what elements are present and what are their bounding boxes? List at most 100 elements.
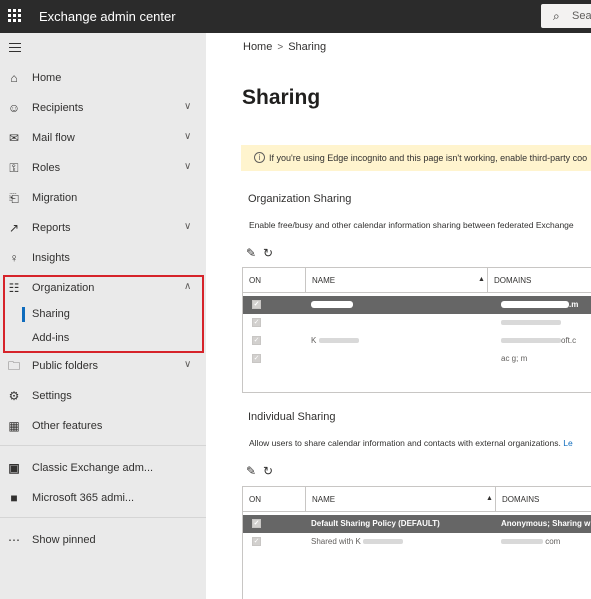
org-sharing-description: Enable free/busy and other calendar info… [249, 220, 574, 230]
row-checkbox[interactable]: ✓ [252, 318, 261, 327]
mail-icon: ✉ [8, 131, 20, 145]
column-header-domains[interactable]: DOMAINS [488, 268, 591, 292]
row-checkbox[interactable]: ✓ [252, 354, 261, 363]
lightbulb-icon: ♀ [9, 251, 19, 265]
row-domains: com [501, 537, 560, 546]
row-checkbox[interactable]: ✓ [252, 537, 261, 546]
office-logo-icon: ■ [10, 491, 18, 505]
sidebar-item-roles[interactable]: ⚿ Roles ∨ [0, 155, 206, 183]
chevron-down-icon: ∨ [184, 131, 192, 142]
sidebar-divider [0, 517, 206, 518]
breadcrumb-current: Sharing [288, 41, 327, 53]
row-checkbox[interactable]: ✓ [252, 300, 261, 309]
sidebar-item-label: Show pinned [32, 534, 96, 546]
chevron-down-icon: ∨ [184, 359, 192, 370]
breadcrumb-home-link[interactable]: Home [243, 41, 272, 53]
sidebar-subitem-add-ins[interactable]: Add-ins [0, 328, 206, 350]
column-header-on[interactable]: ON [243, 487, 306, 511]
sidebar-item-label: Home [32, 72, 62, 84]
org-sharing-title: Organization Sharing [248, 193, 352, 205]
sidebar-item-label: Public folders [32, 360, 99, 372]
page-title: Sharing [242, 86, 321, 109]
individual-sharing-description: Allow users to share calendar informatio… [249, 438, 573, 448]
top-bar: Exchange admin center ⌕ [0, 0, 591, 33]
app-launcher-icon[interactable] [8, 9, 21, 22]
sidebar-item-label: Mail flow [32, 132, 75, 144]
active-indicator [22, 307, 25, 322]
info-icon: i [254, 152, 265, 163]
sidebar-item-label: Insights [32, 252, 70, 264]
table-row[interactable]: ✓ ac g; m [243, 350, 591, 368]
sidebar-item-label: Reports [32, 222, 71, 234]
exchange-logo-icon: ▣ [8, 461, 20, 475]
sidebar-item-show-pinned[interactable]: ⋯ Show pinned [0, 527, 206, 555]
sidebar-item-label: Microsoft 365 admi... [32, 492, 135, 504]
search-input[interactable] [572, 4, 591, 28]
sort-ascending-icon[interactable]: ▲ [486, 495, 493, 502]
gear-icon: ⚙ [8, 389, 20, 403]
edit-icon[interactable]: ✎ [246, 246, 256, 260]
sidebar-item-label: Roles [32, 162, 61, 174]
edit-icon[interactable]: ✎ [246, 464, 256, 478]
refresh-icon[interactable]: ↻ [263, 464, 273, 478]
info-banner: i If you're using Edge incognito and thi… [241, 145, 591, 171]
sidebar-item-settings[interactable]: ⚙ Settings [0, 383, 206, 411]
hamburger-menu-icon[interactable] [9, 43, 21, 53]
app-title[interactable]: Exchange admin center [39, 9, 176, 24]
table-header: ON NAME ▲ DOMAINS [243, 268, 591, 293]
chevron-down-icon: ∨ [184, 221, 192, 232]
sidebar-item-classic-exchange[interactable]: ▣ Classic Exchange adm... [0, 455, 206, 483]
refresh-icon[interactable]: ↻ [263, 246, 273, 260]
folder-icon: 🗀 [7, 359, 20, 373]
sort-ascending-icon[interactable]: ▲ [478, 276, 485, 283]
sidebar-item-recipients[interactable]: ☺ Recipients ∨ [0, 95, 206, 123]
sidebar-item-organization[interactable]: ☷ Organization ∧ [0, 275, 206, 303]
sidebar-item-migration[interactable]: ⎗ Migration [0, 185, 206, 213]
org-sharing-table: ON NAME ▲ DOMAINS ✓ .m ✓ ✓ K oft.c ✓ ac … [242, 267, 591, 393]
row-domains: oft.c [501, 336, 576, 345]
sidebar-item-home[interactable]: ⌂ Home [0, 65, 206, 93]
table-row[interactable]: ✓ [243, 314, 591, 332]
chevron-down-icon: ∨ [184, 161, 192, 172]
sidebar-item-public-folders[interactable]: 🗀 Public folders ∨ [0, 353, 206, 381]
table-row[interactable]: ✓ Shared with K com [243, 533, 591, 551]
table-row[interactable]: ✓ Default Sharing Policy (DEFAULT) Anony… [243, 515, 591, 533]
table-row[interactable]: ✓ .m [243, 296, 591, 314]
row-checkbox[interactable]: ✓ [252, 519, 261, 528]
home-icon: ⌂ [10, 71, 18, 85]
org-chart-icon: ☷ [8, 281, 20, 295]
sidebar-item-reports[interactable]: ↗ Reports ∨ [0, 215, 206, 243]
column-header-name[interactable]: NAME [306, 268, 488, 292]
chevron-right-icon: > [277, 42, 284, 53]
search-box[interactable]: ⌕ [541, 4, 591, 28]
row-name: Default Sharing Policy (DEFAULT) [311, 519, 440, 528]
sidebar-item-label: Organization [32, 282, 95, 294]
sidebar-item-label: Migration [32, 192, 78, 204]
sidebar-item-other-features[interactable]: ▦ Other features [0, 413, 206, 441]
column-header-on[interactable]: ON [243, 268, 306, 292]
person-key-icon: ⚿ [9, 161, 19, 175]
sidebar-divider [0, 445, 206, 446]
learn-more-link[interactable]: Le [563, 438, 572, 448]
column-header-name[interactable]: NAME [306, 487, 496, 511]
sidebar-item-label: Recipients [32, 102, 84, 114]
individual-sharing-table: ON NAME ▲ DOMAINS ✓ Default Sharing Poli… [242, 486, 591, 599]
banner-text: If you're using Edge incognito and this … [269, 153, 588, 163]
column-header-domains[interactable]: DOMAINS [496, 487, 591, 511]
table-row[interactable]: ✓ K oft.c [243, 332, 591, 350]
row-name [311, 300, 353, 309]
sidebar-subitem-sharing[interactable]: Sharing [0, 304, 206, 326]
sidebar-item-insights[interactable]: ♀ Insights [0, 245, 206, 273]
sidebar-subitem-label: Add-ins [32, 332, 70, 344]
sidebar-item-label: Settings [32, 390, 72, 402]
row-checkbox[interactable]: ✓ [252, 336, 261, 345]
chart-icon: ↗ [8, 221, 20, 235]
row-name: Shared with K [311, 537, 404, 546]
sidebar-item-mail-flow[interactable]: ✉ Mail flow ∨ [0, 125, 206, 153]
row-domains [501, 318, 561, 327]
person-icon: ☺ [7, 101, 21, 115]
sidebar-item-m365-admin[interactable]: ■ Microsoft 365 admi... [0, 485, 206, 513]
sidebar: ⌂ Home ☺ Recipients ∨ ✉ Mail flow ∨ ⚿ Ro… [0, 33, 206, 599]
row-domains: ac g; m [501, 354, 528, 363]
breadcrumb: Home > Sharing [243, 41, 326, 53]
